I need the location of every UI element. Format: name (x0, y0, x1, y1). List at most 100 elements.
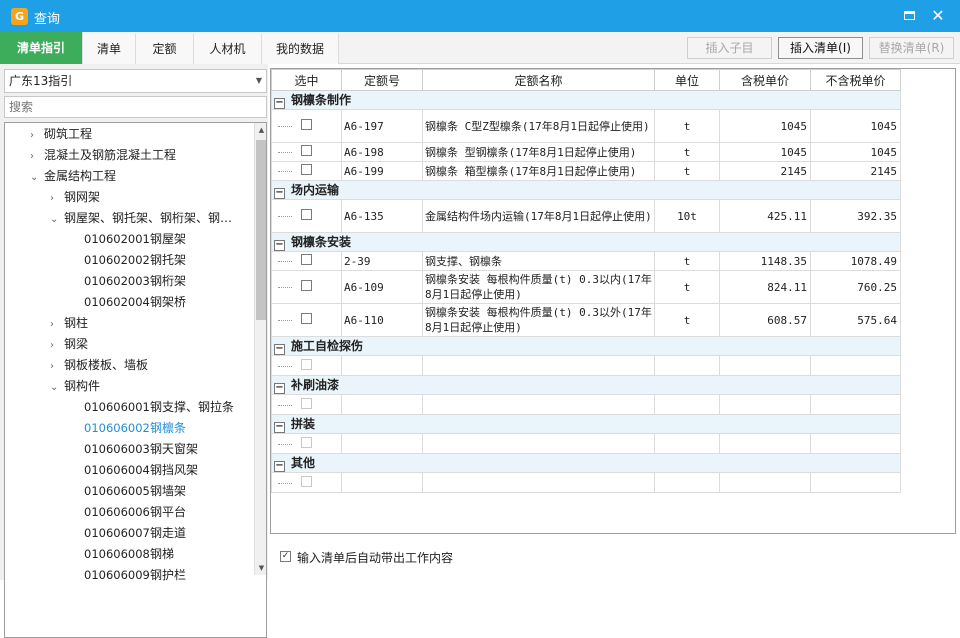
table-row[interactable] (271, 472, 901, 493)
group-row[interactable]: − 钢檩条安装 (271, 232, 901, 252)
insert-list-button[interactable]: 插入清单(I) (778, 37, 863, 59)
row-select-cell[interactable] (271, 433, 342, 454)
row-checkbox[interactable] (301, 358, 312, 370)
tree-item[interactable]: 010606003钢天窗架 (84, 439, 198, 460)
table-row[interactable] (271, 355, 901, 376)
table-row[interactable]: A6-109 钢檩条安装 每根构件质量(t) 0.3以内(17年8月1日起停止使用… (271, 270, 901, 304)
tree-item[interactable]: 010606008钢梯 (84, 544, 174, 565)
scrollbar-thumb[interactable] (256, 140, 266, 320)
tree-item[interactable]: › 钢板楼板、墙板 (50, 355, 148, 376)
table-row[interactable]: A6-135 金属结构件场内运输(17年8月1日起停止使用) 10t 425.11 39… (271, 199, 901, 233)
tree-item[interactable]: ⌄ 钢屋架、钢托架、钢桁架、钢… (50, 208, 232, 229)
row-select-cell[interactable] (271, 142, 342, 162)
tree-item[interactable]: › 钢柱 (50, 313, 88, 334)
row-select-cell[interactable] (271, 109, 342, 143)
row-checkbox[interactable] (301, 254, 312, 265)
tree-item[interactable]: ⌄ 钢构件 (50, 376, 100, 397)
tree-item[interactable]: › 钢网架 (50, 187, 100, 208)
row-checkbox[interactable] (301, 397, 312, 409)
table-row[interactable]: A6-199 钢檩条 箱型檩条(17年8月1日起停止使用) t 2145 2145 (271, 161, 901, 181)
tree-item[interactable]: › 混凝土及钢筋混凝土工程 (30, 145, 176, 166)
collapse-icon[interactable]: − (274, 188, 285, 199)
region-select[interactable]: 广东13指引 ▼ (4, 69, 267, 93)
row-select-cell[interactable] (271, 199, 342, 233)
tree-item[interactable]: 010602004钢架桥 (84, 292, 186, 313)
close-icon[interactable]: ✕ (928, 6, 948, 26)
row-checkbox[interactable] (301, 164, 312, 175)
tab-materials[interactable]: 人材机 (194, 34, 262, 64)
chevron-right-icon[interactable]: › (50, 188, 64, 209)
group-row[interactable]: − 其他 (271, 453, 901, 473)
replace-list-button[interactable]: 替换清单(R) (869, 37, 954, 59)
table-row[interactable] (271, 433, 901, 454)
row-select-cell[interactable] (271, 394, 342, 415)
row-checkbox[interactable] (301, 209, 312, 220)
row-select-cell[interactable] (271, 303, 342, 337)
tree-item[interactable]: 010606007钢走道 (84, 523, 186, 544)
collapse-icon[interactable]: − (274, 344, 285, 355)
row-checkbox[interactable] (301, 313, 312, 324)
col-header-name[interactable]: 定额名称 (422, 69, 655, 91)
tab-list-guide[interactable]: 清单指引 (0, 32, 83, 64)
chevron-right-icon[interactable]: › (30, 146, 44, 167)
col-header-unit[interactable]: 单位 (654, 69, 720, 91)
group-row[interactable]: − 补刷油漆 (271, 375, 901, 395)
tree-item[interactable]: 010606002钢檩条 (84, 418, 186, 439)
tab-my-data[interactable]: 我的数据 (262, 34, 339, 64)
tree-item[interactable]: 010602001钢屋架 (84, 229, 186, 250)
col-header-notax-price[interactable]: 不含税单价 (810, 69, 901, 91)
tab-list[interactable]: 清单 (83, 34, 136, 64)
tree-scrollbar[interactable]: ▲ ▼ (254, 123, 266, 575)
collapse-icon[interactable]: − (274, 422, 285, 433)
tab-quota[interactable]: 定额 (136, 34, 194, 64)
collapse-icon[interactable]: − (274, 383, 285, 394)
chevron-down-icon[interactable]: ⌄ (50, 377, 64, 398)
chevron-right-icon[interactable]: › (30, 125, 44, 146)
group-row[interactable]: − 钢檩条制作 (271, 90, 901, 110)
insert-child-button[interactable]: 插入子目 (687, 37, 772, 59)
maximize-icon[interactable] (900, 8, 918, 24)
tree-item[interactable]: › 砌筑工程 (30, 124, 92, 145)
tree-item[interactable]: 010606004钢挡风架 (84, 460, 198, 481)
col-header-select[interactable]: 选中 (271, 69, 342, 91)
row-select-cell[interactable] (271, 472, 342, 493)
table-row[interactable] (271, 394, 901, 415)
tree-item[interactable]: 010602003钢桁架 (84, 271, 186, 292)
table-row[interactable]: A6-197 钢檩条 C型Z型檩条(17年8月1日起停止使用) t 1045 1045 (271, 109, 901, 143)
row-select-cell[interactable] (271, 251, 342, 271)
search-input[interactable] (4, 96, 267, 118)
row-checkbox[interactable] (301, 436, 312, 448)
chevron-right-icon[interactable]: › (50, 335, 64, 356)
auto-fill-checkbox[interactable]: ✓ (280, 551, 291, 562)
chevron-down-icon[interactable]: ⌄ (30, 167, 44, 188)
chevron-right-icon[interactable]: › (50, 356, 64, 377)
group-row[interactable]: − 拼装 (271, 414, 901, 434)
row-checkbox[interactable] (301, 475, 312, 487)
chevron-down-icon[interactable]: ⌄ (50, 209, 64, 230)
table-row[interactable]: A6-110 钢檩条安装 每根构件质量(t) 0.3以外(17年8月1日起停止使用… (271, 303, 901, 337)
tree-item[interactable]: 010602002钢托架 (84, 250, 186, 271)
tree-item[interactable]: 010606009钢护栏 (84, 565, 186, 586)
collapse-icon[interactable]: − (274, 461, 285, 472)
scroll-down-icon[interactable]: ▼ (255, 561, 266, 575)
col-header-code[interactable]: 定额号 (341, 69, 423, 91)
col-header-tax-price[interactable]: 含税单价 (719, 69, 811, 91)
row-select-cell[interactable] (271, 270, 342, 304)
tree-item[interactable]: 010606006钢平台 (84, 502, 186, 523)
collapse-icon[interactable]: − (274, 98, 285, 109)
collapse-icon[interactable]: − (274, 240, 285, 251)
scroll-up-icon[interactable]: ▲ (255, 123, 266, 137)
group-row[interactable]: − 施工自检探伤 (271, 336, 901, 356)
row-checkbox[interactable] (301, 280, 312, 291)
tree-item[interactable]: › 钢梁 (50, 334, 88, 355)
tree-item[interactable]: 010606001钢支撑、钢拉条 (84, 397, 234, 418)
row-select-cell[interactable] (271, 355, 342, 376)
tree-item[interactable]: ⌄ 金属结构工程 (30, 166, 116, 187)
table-row[interactable]: A6-198 钢檩条 型钢檩条(17年8月1日起停止使用) t 1045 1045 (271, 142, 901, 162)
row-select-cell[interactable] (271, 161, 342, 181)
row-checkbox[interactable] (301, 119, 312, 130)
group-row[interactable]: − 场内运输 (271, 180, 901, 200)
row-checkbox[interactable] (301, 145, 312, 156)
tree-item[interactable]: 010606005钢墙架 (84, 481, 186, 502)
chevron-right-icon[interactable]: › (50, 314, 64, 335)
